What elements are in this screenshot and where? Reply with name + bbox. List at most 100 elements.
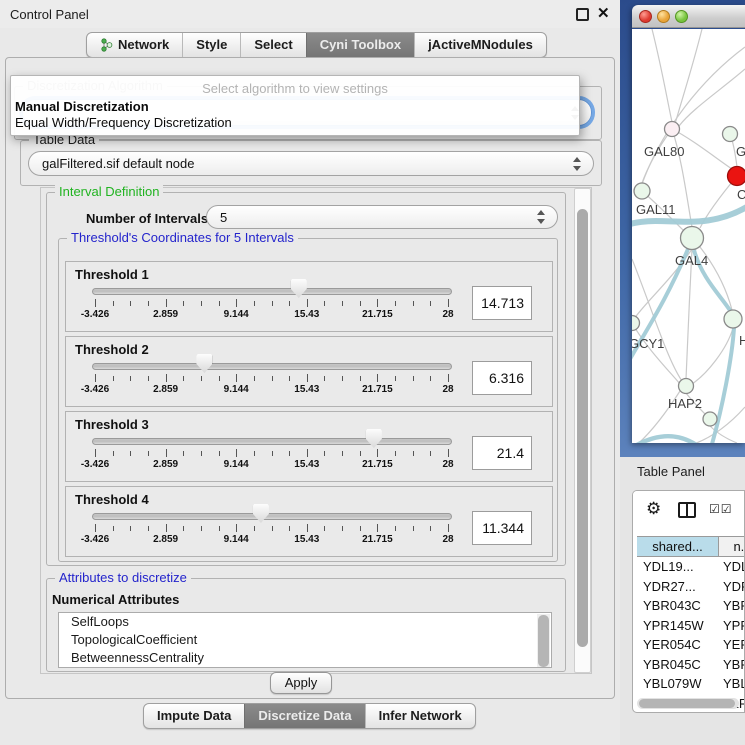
tab-jactivemnodules[interactable]: jActiveMNodules <box>414 33 546 57</box>
tab-discretize-data[interactable]: Discretize Data <box>244 704 364 728</box>
tab-label: Style <box>196 37 227 52</box>
table-cell: YBR0 <box>719 596 745 616</box>
attribute-item-betweennesscentrality[interactable]: BetweennessCentrality <box>59 649 551 667</box>
table-cell: YER0 <box>719 635 745 655</box>
threshold-value-field[interactable]: 21.4 <box>472 436 532 470</box>
tab-label: Cyni Toolbox <box>320 37 401 52</box>
attribute-item-selfloops[interactable]: SelfLoops <box>59 613 551 631</box>
right-region: GAL80 GAL11 GAL4 GCY1 HAP2 GA C H Table … <box>620 0 745 745</box>
table-data-combobox[interactable]: galFiltered.sif default node <box>28 151 594 176</box>
panel-title: Control Panel <box>10 7 89 22</box>
zoom-traffic-icon[interactable] <box>675 10 688 23</box>
table-row[interactable]: YDL19...YDL1 <box>637 557 745 577</box>
tab-network[interactable]: Network <box>87 33 182 57</box>
table-row[interactable]: YDR27...YDR2 <box>637 577 745 597</box>
tick-label: 21.715 <box>362 534 393 545</box>
threshold-4-box: Threshold 4 -3.4262.8599.14415.4321.7152… <box>65 486 553 557</box>
dropdown-option-equal-width-frequency-discretization[interactable]: Equal Width/Frequency Discretization <box>15 115 232 130</box>
column-header-0[interactable]: shared... <box>637 537 719 556</box>
table-cell: YBL079W <box>637 674 719 694</box>
tab-label: Network <box>118 37 169 52</box>
list-scrollbar[interactable] <box>537 614 550 668</box>
table-cell: YBL0 <box>719 674 745 694</box>
threshold-label: Threshold 4 <box>75 492 149 507</box>
node-selected-red[interactable] <box>728 167 745 186</box>
attribute-item-topologicalcoefficient[interactable]: TopologicalCoefficient <box>59 631 551 649</box>
slider-thumb[interactable] <box>196 354 212 373</box>
tab-select[interactable]: Select <box>240 33 305 57</box>
close-icon[interactable]: ✕ <box>597 4 610 22</box>
tick-label: 15.43 <box>294 459 319 470</box>
threshold-value-field[interactable]: 11.344 <box>472 511 532 545</box>
table-cell: YDR2 <box>719 577 745 597</box>
scrollbar-thumb[interactable] <box>577 209 588 647</box>
table-cell: YBR045C <box>637 655 719 675</box>
node-hap2[interactable] <box>679 379 694 394</box>
table-header-row: shared...n... <box>637 536 745 557</box>
tab-impute-data[interactable]: Impute Data <box>144 704 244 728</box>
threshold-value-field[interactable]: 14.713 <box>472 286 532 320</box>
tick-label: 9.144 <box>224 309 249 320</box>
minimize-traffic-icon[interactable] <box>657 10 670 23</box>
slider-thumb[interactable] <box>253 504 269 523</box>
node-label: GCY1 <box>632 336 664 351</box>
tick-label: 21.715 <box>362 459 393 470</box>
horizontal-scrollbar[interactable] <box>637 698 739 709</box>
node-ga[interactable] <box>723 127 738 142</box>
num-intervals-combobox[interactable]: 5 <box>206 205 558 229</box>
node-label: GA <box>736 144 745 159</box>
threshold-2-box: Threshold 2 -3.4262.8599.14415.4321.7152… <box>65 336 553 407</box>
scrollbar-thumb[interactable] <box>538 615 549 667</box>
checkboxes-icon[interactable]: ☑☑ <box>709 502 733 516</box>
table-cell: YPR145W <box>637 616 719 636</box>
node-label: C <box>737 187 745 202</box>
tick-label: 2.859 <box>153 534 178 545</box>
slider-thumb[interactable] <box>291 279 307 298</box>
network-canvas[interactable]: GAL80 GAL11 GAL4 GCY1 HAP2 GA C H <box>632 29 745 443</box>
scrollbar-thumb[interactable] <box>639 699 735 708</box>
table-row[interactable]: YPR145WYPR1 <box>637 616 745 636</box>
node-h[interactable] <box>724 310 742 328</box>
column-header-1[interactable]: n... <box>719 537 745 556</box>
table-panel: Table Panel ⚙ ☑☑ shared...n... YDL19...Y… <box>620 457 745 745</box>
threshold-value-field[interactable]: 6.316 <box>472 361 532 395</box>
dropdown-option-manual-discretization[interactable]: Manual Discretization <box>15 99 149 114</box>
dropdown-hint: Select algorithm to view settings <box>11 81 579 96</box>
tab-cyni-toolbox[interactable]: Cyni Toolbox <box>306 33 414 57</box>
numerical-attributes-list[interactable]: SelfLoopsTopologicalCoefficientBetweenne… <box>58 612 552 668</box>
column-layout-icon[interactable] <box>678 502 696 518</box>
node-table: shared...n... YDL19...YDL1YDR27...YDR2YB… <box>637 536 745 713</box>
table-row[interactable]: YBR043CYBR0 <box>637 596 745 616</box>
threshold-3-box: Threshold 3 -3.4262.8599.14415.4321.7152… <box>65 411 553 482</box>
float-window-icon[interactable] <box>576 8 589 21</box>
table-row[interactable]: YER054CYER0 <box>637 635 745 655</box>
tab-label: jActiveMNodules <box>428 37 533 52</box>
tick-label: 15.43 <box>294 384 319 395</box>
tick-label: -3.426 <box>81 534 109 545</box>
network-graph: GAL80 GAL11 GAL4 GCY1 HAP2 GA C H <box>632 29 745 443</box>
node-gal4[interactable] <box>681 227 704 250</box>
table-row[interactable]: YBL079WYBL0 <box>637 674 745 694</box>
slider-track[interactable] <box>92 288 452 295</box>
network-window-titlebar[interactable] <box>632 5 745 28</box>
node-gal11[interactable] <box>634 183 650 199</box>
node-gcy1[interactable] <box>632 316 640 331</box>
num-intervals-value: 5 <box>220 210 227 225</box>
table-row[interactable]: YBR045CYBR0 <box>637 655 745 675</box>
slider-track[interactable] <box>92 363 452 370</box>
node-label: H <box>739 333 745 348</box>
close-traffic-icon[interactable] <box>639 10 652 23</box>
apply-button[interactable]: Apply <box>270 672 332 694</box>
slider-thumb[interactable] <box>366 429 382 448</box>
slider-track[interactable] <box>92 513 452 520</box>
tab-infer-network[interactable]: Infer Network <box>365 704 475 728</box>
tab-style[interactable]: Style <box>182 33 240 57</box>
node-gal80[interactable] <box>665 122 680 137</box>
slider-track[interactable] <box>92 438 452 445</box>
gear-icon[interactable]: ⚙ <box>646 499 661 519</box>
vertical-scrollbar[interactable] <box>574 188 591 673</box>
algorithm-dropdown-popup: Select algorithm to view settings Manual… <box>10 75 580 136</box>
network-view-window[interactable]: GAL80 GAL11 GAL4 GCY1 HAP2 GA C H <box>632 5 745 443</box>
node-partial[interactable] <box>703 412 717 426</box>
tab-label: Infer Network <box>379 708 462 723</box>
